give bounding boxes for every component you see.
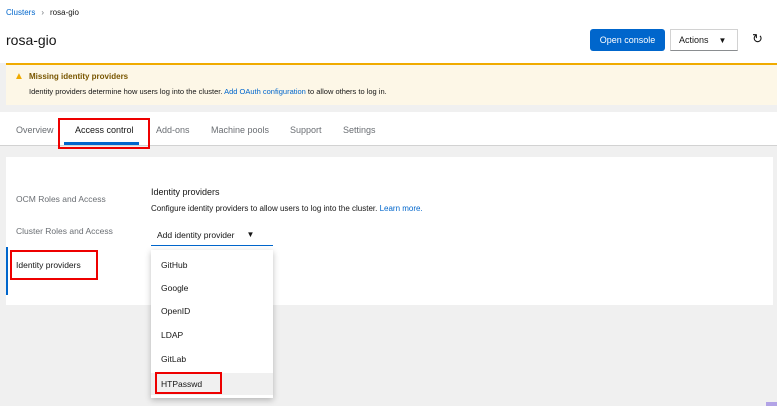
- open-console-button[interactable]: Open console: [590, 29, 665, 51]
- add-oauth-configuration-link[interactable]: Add OAuth configuration: [224, 87, 306, 96]
- page-header: Clusters › rosa-gio rosa-gio Open consol…: [0, 0, 777, 63]
- warning-alert: ▲ Missing identity providers Identity pr…: [6, 63, 777, 105]
- section-description: Configure identity providers to allow us…: [151, 204, 423, 213]
- menu-item-openid[interactable]: OpenID: [161, 306, 190, 316]
- menu-item-gitlab[interactable]: GitLab: [161, 354, 186, 364]
- warning-icon: ▲: [14, 71, 24, 82]
- caret-down-icon: ▼: [246, 230, 255, 239]
- sidebar-item-cluster-roles[interactable]: Cluster Roles and Access: [16, 226, 113, 236]
- refresh-icon[interactable]: ↻: [752, 31, 763, 47]
- section-description-text: Configure identity providers to allow us…: [151, 204, 380, 213]
- tab-settings[interactable]: Settings: [343, 125, 376, 135]
- corner-indicator: [766, 402, 777, 406]
- add-identity-provider-select[interactable]: Add identity provider ▼: [151, 224, 273, 246]
- tab-machine-pools[interactable]: Machine pools: [211, 125, 269, 135]
- highlight-box-identity-providers: [10, 250, 98, 280]
- sidebar-active-indicator: [6, 247, 8, 295]
- tab-add-ons[interactable]: Add-ons: [156, 125, 190, 135]
- alert-title: Missing identity providers: [29, 72, 129, 81]
- chevron-right-icon: ›: [41, 8, 45, 17]
- actions-dropdown[interactable]: Actions ▼: [670, 29, 738, 51]
- menu-item-ldap[interactable]: LDAP: [161, 330, 183, 340]
- actions-label: Actions: [679, 35, 709, 45]
- select-label: Add identity provider: [157, 229, 235, 240]
- breadcrumb: Clusters › rosa-gio: [6, 8, 79, 17]
- learn-more-link[interactable]: Learn more.: [380, 204, 423, 213]
- caret-down-icon: ▼: [718, 35, 727, 45]
- menu-item-github[interactable]: GitHub: [161, 260, 187, 270]
- alert-body-suffix: to allow others to log in.: [305, 87, 387, 96]
- highlight-box-access-control: [58, 118, 150, 149]
- section-title: Identity providers: [151, 187, 220, 197]
- alert-body-prefix: Identity providers determine how users l…: [29, 87, 225, 96]
- page-title: rosa-gio: [6, 32, 57, 48]
- breadcrumb-current: rosa-gio: [50, 8, 79, 17]
- breadcrumb-clusters-link[interactable]: Clusters: [6, 8, 35, 17]
- menu-item-google[interactable]: Google: [161, 283, 188, 293]
- tab-overview[interactable]: Overview: [16, 125, 54, 135]
- tab-support[interactable]: Support: [290, 125, 322, 135]
- highlight-box-htpasswd: [155, 372, 222, 394]
- sidebar-item-ocm-roles[interactable]: OCM Roles and Access: [16, 194, 106, 204]
- alert-body: Identity providers determine how users l…: [29, 87, 387, 96]
- access-control-card: [6, 157, 773, 305]
